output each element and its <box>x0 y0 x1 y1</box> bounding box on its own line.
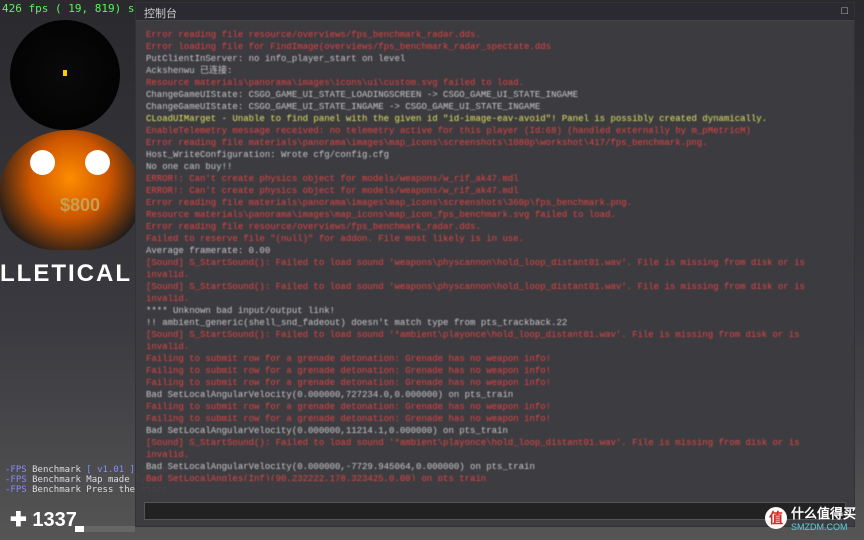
console-line: Error loading file for FindImage(overvie… <box>146 41 844 53</box>
developer-console[interactable]: 控制台 □ Error reading file resource/overvi… <box>135 2 855 527</box>
console-line: !! ambient_generic(shell_snd_fadeout) do… <box>146 317 844 329</box>
health-display: ✚ 1337 <box>10 507 77 532</box>
console-line: Failing to submit row for a grenade deto… <box>146 377 844 389</box>
console-line: Bad SetLocalAngularVelocity(0.000000,-77… <box>146 461 844 473</box>
console-line: ERROR!: Can't create physics object for … <box>146 185 844 197</box>
console-line: ChangeGameUIState: CSGO_GAME_UI_STATE_IN… <box>146 101 844 113</box>
console-line: Failing to submit row for a grenade deto… <box>146 365 844 377</box>
console-line: ChangeGameUIState: CSGO_GAME_UI_STATE_LO… <box>146 89 844 101</box>
console-line: CLoadUIMarget - Unable to find panel wit… <box>146 113 844 125</box>
tiger-icon <box>0 130 140 250</box>
console-line: Ackshenwu 已连接: <box>146 65 844 77</box>
console-title-text: 控制台 <box>144 8 177 20</box>
console-line: invalid. <box>146 293 844 305</box>
console-line: invalid. <box>146 269 844 281</box>
console-line: Resource materials\panorama\images\icons… <box>146 77 844 89</box>
radar-player-dot <box>63 70 67 76</box>
console-line: PutClientInServer: no info_player_start … <box>146 53 844 65</box>
console-line: Error reading file materials\panorama\im… <box>146 197 844 209</box>
site-watermark: 值 什么值得买 SMZDM.COM <box>765 503 856 532</box>
console-line: Failed to reserve file "(null)" for addo… <box>146 233 844 245</box>
watermark-sub: SMZDM.COM <box>791 522 856 532</box>
console-line: Error reading file resource/overviews/fp… <box>146 221 844 233</box>
radar <box>10 20 120 130</box>
console-titlebar[interactable]: 控制台 □ <box>136 3 854 21</box>
console-line: Bad SetLocalAngles(Inf)(90.232222,178.32… <box>146 473 844 481</box>
console-line: [Sound] S_StartSound(): Failed to load s… <box>146 329 844 341</box>
console-line: Average framerate: 0.00 <box>146 245 844 257</box>
console-input[interactable] <box>144 502 846 520</box>
health-bar <box>75 526 135 532</box>
close-icon[interactable]: □ <box>841 5 848 17</box>
console-line: Bad SetLocalAngularVelocity(0.000000,727… <box>146 389 844 401</box>
team-name: LLETICAL <box>0 260 132 288</box>
console-line: Failing to submit row for a grenade deto… <box>146 401 844 413</box>
console-line: ERROR!: Can't create physics object for … <box>146 173 844 185</box>
console-line: [Sound] S_StartSound(): Failed to load s… <box>146 257 844 269</box>
console-line: Bad SetLocalAngularVelocity(0.000000,112… <box>146 425 844 437</box>
console-line: [Sound] S_StartSound(): Failed to load s… <box>146 437 844 449</box>
console-line: EnableTelemetry message received: no tel… <box>146 125 844 137</box>
health-icon: ✚ <box>10 509 27 531</box>
health-bar-fill <box>75 526 84 532</box>
console-line: [Sound] S_StartSound(): Failed to load s… <box>146 281 844 293</box>
console-line: Host_WriteConfiguration: Wrote cfg/confi… <box>146 149 844 161</box>
console-line: Error reading file resource/overviews/fp… <box>146 29 844 41</box>
console-line: No one can buy!! <box>146 161 844 173</box>
console-line: **** Unknown bad input/output link! <box>146 305 844 317</box>
watermark-text: 什么值得买 <box>791 503 856 522</box>
console-line: invalid. <box>146 449 844 461</box>
console-line: invalid. <box>146 341 844 353</box>
console-line: Error reading file materials\panorama\im… <box>146 137 844 149</box>
money-display: $800 <box>60 195 100 216</box>
console-line: Failing to submit row for a grenade deto… <box>146 413 844 425</box>
health-value: 1337 <box>32 509 77 531</box>
console-line: Failing to submit row for a grenade deto… <box>146 353 844 365</box>
console-output[interactable]: Error reading file resource/overviews/fp… <box>136 21 854 481</box>
console-line: Resource materials\panorama\images\map_i… <box>146 209 844 221</box>
watermark-icon: 值 <box>765 507 787 529</box>
